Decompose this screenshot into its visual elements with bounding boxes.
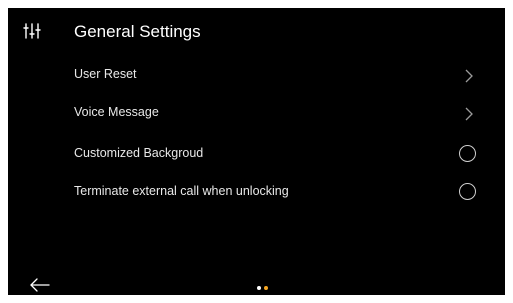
- row-user-reset[interactable]: User Reset: [8, 56, 505, 94]
- sliders-icon[interactable]: [23, 22, 41, 40]
- row-label: Terminate external call when unlocking: [74, 184, 289, 198]
- row-terminate-external-call[interactable]: Terminate external call when unlocking: [8, 173, 505, 211]
- radio-button[interactable]: [459, 145, 476, 162]
- row-voice-message[interactable]: Voice Message: [8, 94, 505, 132]
- page-title: General Settings: [74, 22, 201, 41]
- page-dot-inactive[interactable]: [257, 286, 261, 290]
- page-dot-active[interactable]: [264, 286, 268, 290]
- row-label: User Reset: [74, 67, 137, 81]
- radio-button[interactable]: [459, 183, 476, 200]
- row-customized-background[interactable]: Customized Backgroud: [8, 135, 505, 173]
- row-label: Customized Backgroud: [74, 146, 204, 160]
- header: General Settings: [8, 8, 505, 56]
- settings-screen: General Settings User Reset Voice Messag…: [8, 8, 505, 295]
- chevron-right-icon: [465, 69, 473, 83]
- page-indicator: [257, 286, 271, 290]
- chevron-right-icon: [465, 107, 473, 121]
- back-arrow-icon[interactable]: [30, 278, 50, 292]
- row-label: Voice Message: [74, 105, 159, 119]
